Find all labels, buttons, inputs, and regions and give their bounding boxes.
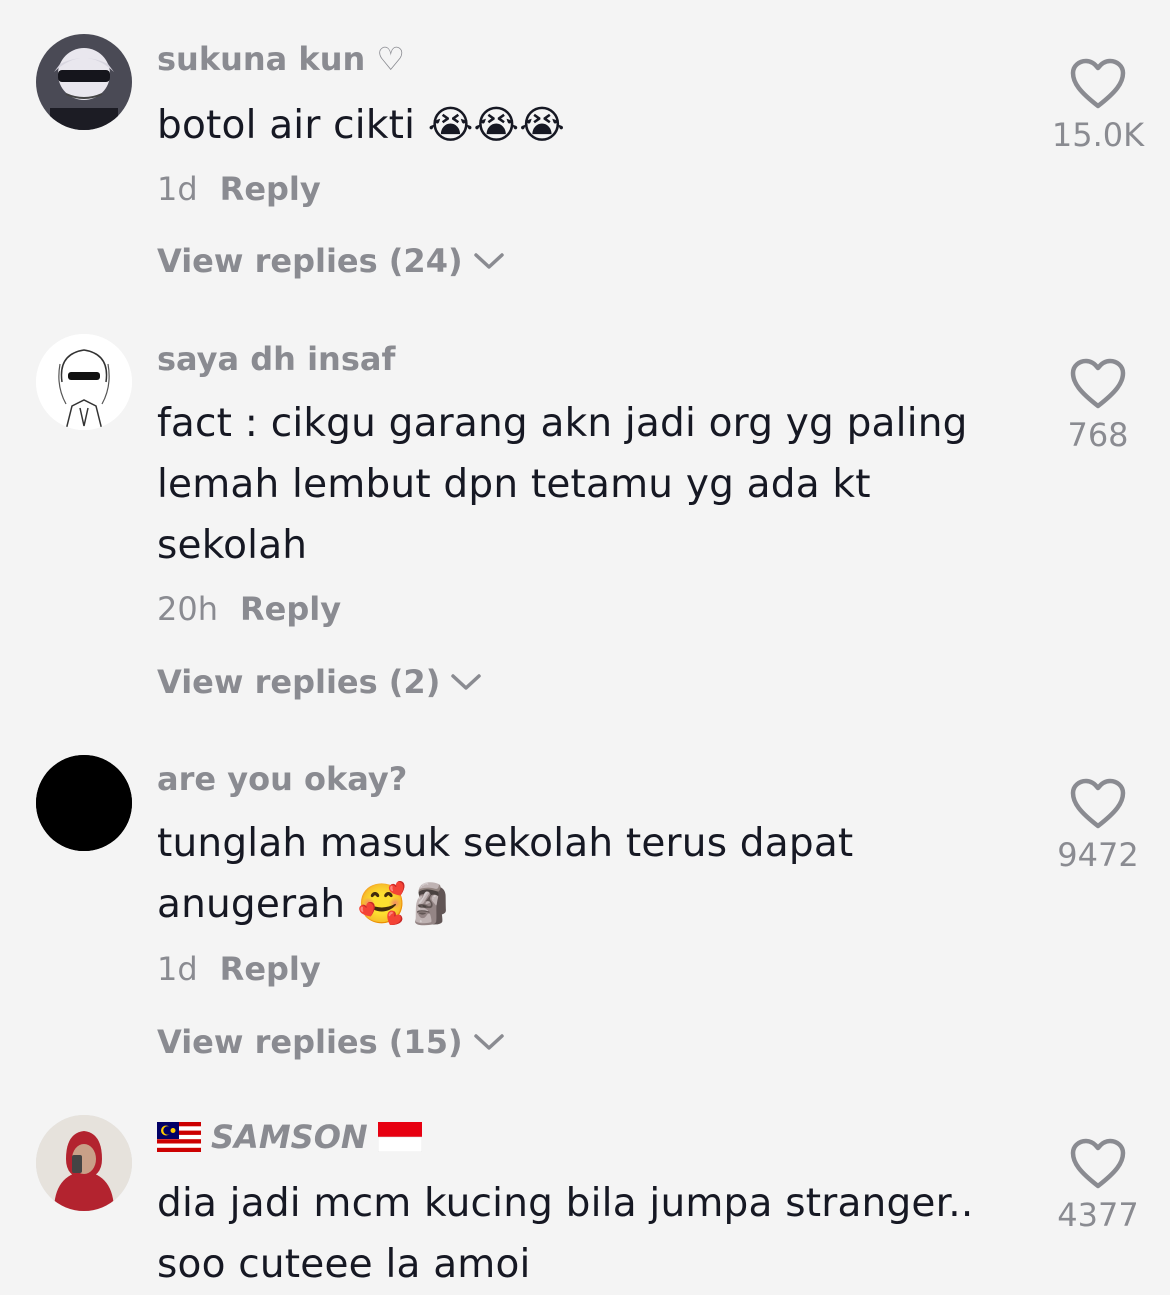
- indonesia-flag-icon: [377, 1122, 422, 1152]
- heart-icon: [1070, 778, 1126, 829]
- like-count: 9472: [1057, 836, 1139, 874]
- like-count: 15.0K: [1051, 116, 1145, 154]
- view-replies-button[interactable]: View replies (15): [157, 1023, 505, 1061]
- reply-button[interactable]: Reply: [240, 590, 341, 628]
- view-replies-button[interactable]: View replies (2): [157, 663, 482, 701]
- avatar[interactable]: [36, 1115, 132, 1211]
- like-count: 4377: [1057, 1196, 1139, 1234]
- comment-text: tunglah masuk sekolah terus dapat anuger…: [157, 821, 854, 927]
- comment-text: botol air cikti 😭😭😭: [157, 103, 566, 148]
- username[interactable]: sukuna kun ♡: [157, 40, 405, 78]
- comment-text: dia jadi mcm kucing bila jumpa stranger.…: [157, 1181, 974, 1287]
- comment-meta: 20h Reply: [157, 590, 341, 628]
- comment-time: 1d: [157, 950, 198, 988]
- reply-button[interactable]: Reply: [220, 170, 321, 208]
- avatar[interactable]: [36, 334, 132, 430]
- like-count: 768: [1067, 416, 1129, 454]
- heart-icon: [1070, 58, 1126, 109]
- reply-button[interactable]: Reply: [220, 950, 321, 988]
- username[interactable]: are you okay?: [157, 760, 407, 798]
- comment-text: fact : cikgu garang akn jadi org yg pali…: [157, 401, 968, 568]
- comment-time: 1d: [157, 170, 198, 208]
- chevron-down-icon: [473, 1034, 504, 1050]
- comment-meta: 1d Reply: [157, 170, 321, 208]
- like-button[interactable]: 9472: [1048, 778, 1148, 874]
- username[interactable]: saya dh insaf: [157, 340, 395, 378]
- like-button[interactable]: 768: [1048, 358, 1148, 454]
- username[interactable]: SAMSON: [157, 1118, 422, 1156]
- like-button[interactable]: 15.0K: [1048, 58, 1148, 154]
- avatar[interactable]: [36, 755, 132, 851]
- like-button[interactable]: 4377: [1048, 1138, 1148, 1234]
- chevron-down-icon: [451, 674, 482, 690]
- malaysia-flag-icon: [157, 1122, 201, 1152]
- view-replies-button[interactable]: View replies (24): [157, 242, 505, 280]
- heart-icon: [1070, 1138, 1126, 1189]
- heart-icon: [1070, 358, 1126, 409]
- avatar[interactable]: [36, 34, 132, 130]
- comment-meta: 1d Reply: [157, 950, 321, 988]
- chevron-down-icon: [473, 253, 504, 269]
- comment-time: 20h: [157, 590, 218, 628]
